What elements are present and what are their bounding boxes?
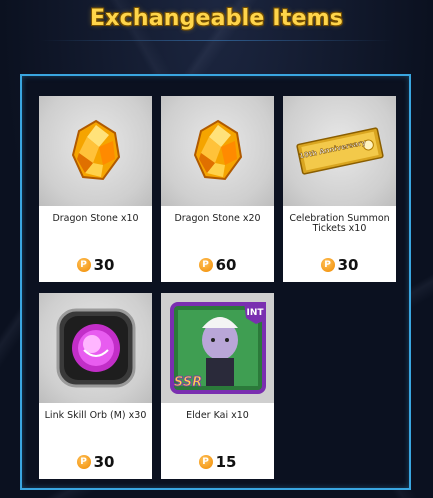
item-card-dragon-stone-x10[interactable]: Dragon Stone x10 P 30 [39,96,152,282]
link-skill-orb-icon [39,293,152,403]
dragon-stone-icon [161,96,274,206]
item-price: P 60 [161,256,274,274]
item-name: Dragon Stone x20 [174,213,261,224]
summon-ticket-icon: 10th Anniversary [283,96,396,206]
item-price: P 30 [283,256,396,274]
dragon-stone-icon [39,96,152,206]
point-coin-icon: P [76,455,91,469]
price-value: 60 [215,256,237,274]
elder-kai-card-icon: INT SSR [161,293,274,403]
rarity-badge: SSR [173,375,201,390]
item-price: P 30 [39,256,152,274]
item-card-elder-kai[interactable]: INT SSR Elder Kai x10 P 15 [161,293,274,479]
point-coin-icon: P [320,258,335,272]
item-price: P 15 [161,453,274,471]
item-price: P 30 [39,453,152,471]
point-coin-icon: P [76,258,91,272]
page-title: Exchangeable Items [89,6,344,31]
item-name: Elder Kai x10 [186,410,249,421]
items-panel: Dragon Stone x10 P 30 Dragon Stone x20 P… [20,74,411,490]
item-card-dragon-stone-x20[interactable]: Dragon Stone x20 P 60 [161,96,274,282]
price-value: 15 [215,453,237,471]
price-value: 30 [93,256,115,274]
title-divider [40,40,393,41]
item-name: Link Skill Orb (M) x30 [44,410,147,421]
item-card-summon-tickets[interactable]: 10th Anniversary Celebration Summon Tick… [283,96,396,282]
point-coin-icon: P [198,455,213,469]
item-name: Dragon Stone x10 [52,213,139,224]
price-value: 30 [337,256,359,274]
item-name: Celebration Summon Tickets x10 [289,213,390,234]
point-coin-icon: P [198,258,213,272]
item-card-link-skill-orb[interactable]: Link Skill Orb (M) x30 P 30 [39,293,152,479]
price-value: 30 [93,453,115,471]
type-badge: INT [246,308,264,318]
